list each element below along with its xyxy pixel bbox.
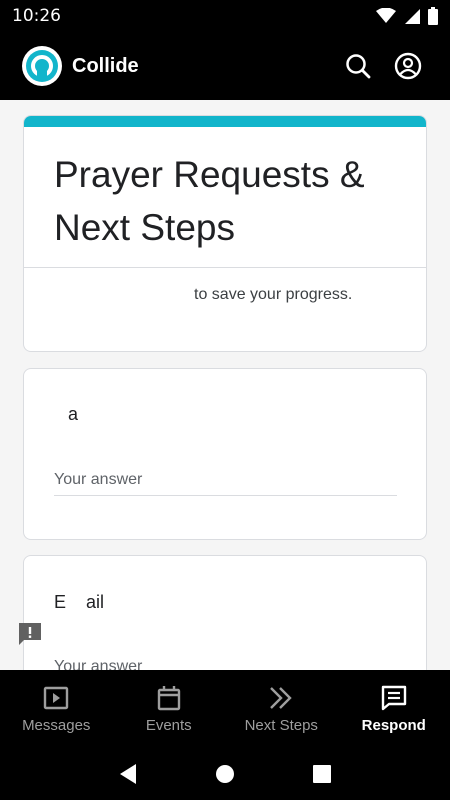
search-button[interactable] — [338, 46, 378, 86]
back-icon[interactable] — [118, 763, 138, 785]
bottom-nav: Messages Events Next Steps Respond — [0, 670, 450, 748]
nav-item-events[interactable]: Events — [113, 670, 226, 748]
nav-label: Messages — [22, 716, 91, 734]
calendar-icon — [157, 685, 180, 710]
answer-input[interactable] — [54, 471, 397, 496]
collide-logo-icon — [26, 50, 58, 82]
nav-item-next-steps[interactable]: Next Steps — [225, 670, 338, 748]
app-title: Collide — [72, 54, 139, 77]
form-content[interactable]: Prayer Requests & Next Steps to save you… — [0, 100, 450, 670]
recents-icon[interactable] — [312, 764, 332, 784]
feedback-icon — [19, 623, 41, 645]
report-feedback-button[interactable] — [16, 620, 44, 648]
wifi-icon — [376, 8, 396, 23]
nav-item-respond[interactable]: Respond — [338, 670, 450, 748]
nav-label: Next Steps — [244, 716, 318, 734]
cell-signal-icon — [405, 9, 420, 24]
question-card: E ail — [23, 555, 427, 670]
search-icon — [346, 54, 371, 79]
question-card: a — [23, 368, 427, 540]
account-circle-icon — [394, 52, 422, 80]
form-title: Prayer Requests & Next Steps — [54, 154, 365, 248]
double-chevron-icon — [270, 686, 292, 709]
status-bar: 10:26 — [0, 0, 450, 32]
home-icon[interactable] — [215, 764, 235, 784]
question-label: a — [68, 404, 79, 424]
app-bar: Collide — [0, 32, 450, 100]
answer-input[interactable] — [54, 658, 397, 670]
play-box-icon — [44, 686, 69, 709]
header-divider — [24, 267, 426, 268]
question-label: E ail — [54, 592, 105, 612]
nav-item-messages[interactable]: Messages — [0, 670, 113, 748]
profile-button[interactable] — [388, 46, 428, 86]
status-icons — [376, 7, 438, 25]
nav-label: Respond — [361, 716, 426, 734]
system-nav-bar — [0, 748, 450, 800]
form-accent-bar — [24, 116, 426, 127]
collide-logo — [22, 46, 62, 86]
feedback-icon — [381, 685, 406, 710]
status-time: 10:26 — [12, 6, 61, 26]
form-header-card: Prayer Requests & Next Steps to save you… — [23, 115, 427, 352]
battery-icon — [428, 7, 438, 25]
nav-label: Events — [145, 716, 192, 734]
save-progress-note: to save your progress. — [194, 286, 353, 303]
